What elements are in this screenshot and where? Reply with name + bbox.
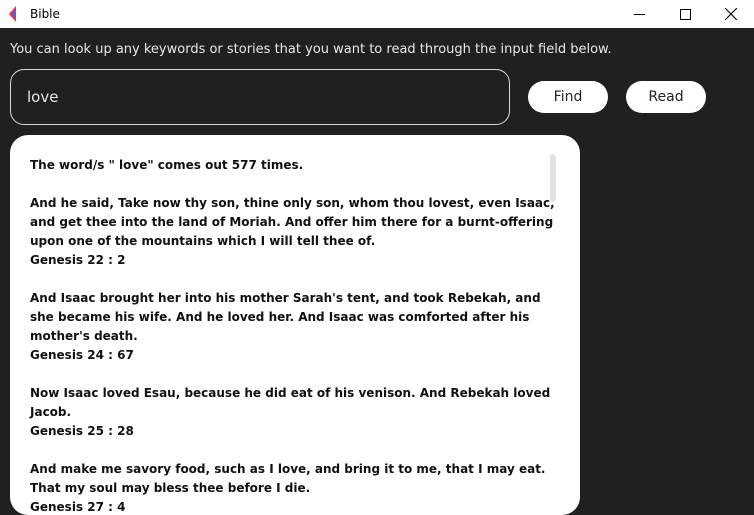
close-button[interactable] [708, 0, 754, 28]
results-panel[interactable]: The word/s " love" comes out 577 times. … [10, 135, 580, 515]
window-title: Bible [30, 7, 60, 21]
minimize-icon [633, 13, 645, 15]
verse-reference: Genesis 27 : 4 [30, 500, 126, 514]
verse-item: Now Isaac loved Esau, because he did eat… [30, 384, 558, 441]
maximize-button[interactable] [662, 0, 708, 28]
instruction-text: You can look up any keywords or stories … [10, 42, 612, 57]
close-icon [725, 8, 737, 20]
verse-item: And he said, Take now thy son, thine onl… [30, 194, 558, 270]
verse-reference: Genesis 25 : 28 [30, 424, 134, 438]
verse-text: And he said, Take now thy son, thine onl… [30, 196, 555, 248]
maximize-icon [679, 8, 691, 20]
verse-reference: Genesis 24 : 67 [30, 348, 134, 362]
search-input[interactable] [10, 69, 510, 125]
app-logo-icon [9, 6, 16, 22]
title-bar: Bible [0, 0, 754, 28]
results-scrollbar[interactable] [550, 154, 556, 202]
verse-item: And make me savory food, such as I love,… [30, 460, 558, 515]
result-count: The word/s " love" comes out 577 times. [30, 158, 304, 172]
verse-item: And Isaac brought her into his mother Sa… [30, 289, 558, 365]
find-button[interactable]: Find [528, 81, 608, 113]
read-button[interactable]: Read [626, 81, 706, 113]
verse-reference: Genesis 22 : 2 [30, 253, 126, 267]
verse-text: Now Isaac loved Esau, because he did eat… [30, 386, 551, 419]
minimize-button[interactable] [616, 0, 662, 28]
results-text: The word/s " love" comes out 577 times. … [30, 156, 558, 515]
verse-text: And Isaac brought her into his mother Sa… [30, 291, 541, 343]
verse-text: And make me savory food, such as I love,… [30, 462, 546, 495]
